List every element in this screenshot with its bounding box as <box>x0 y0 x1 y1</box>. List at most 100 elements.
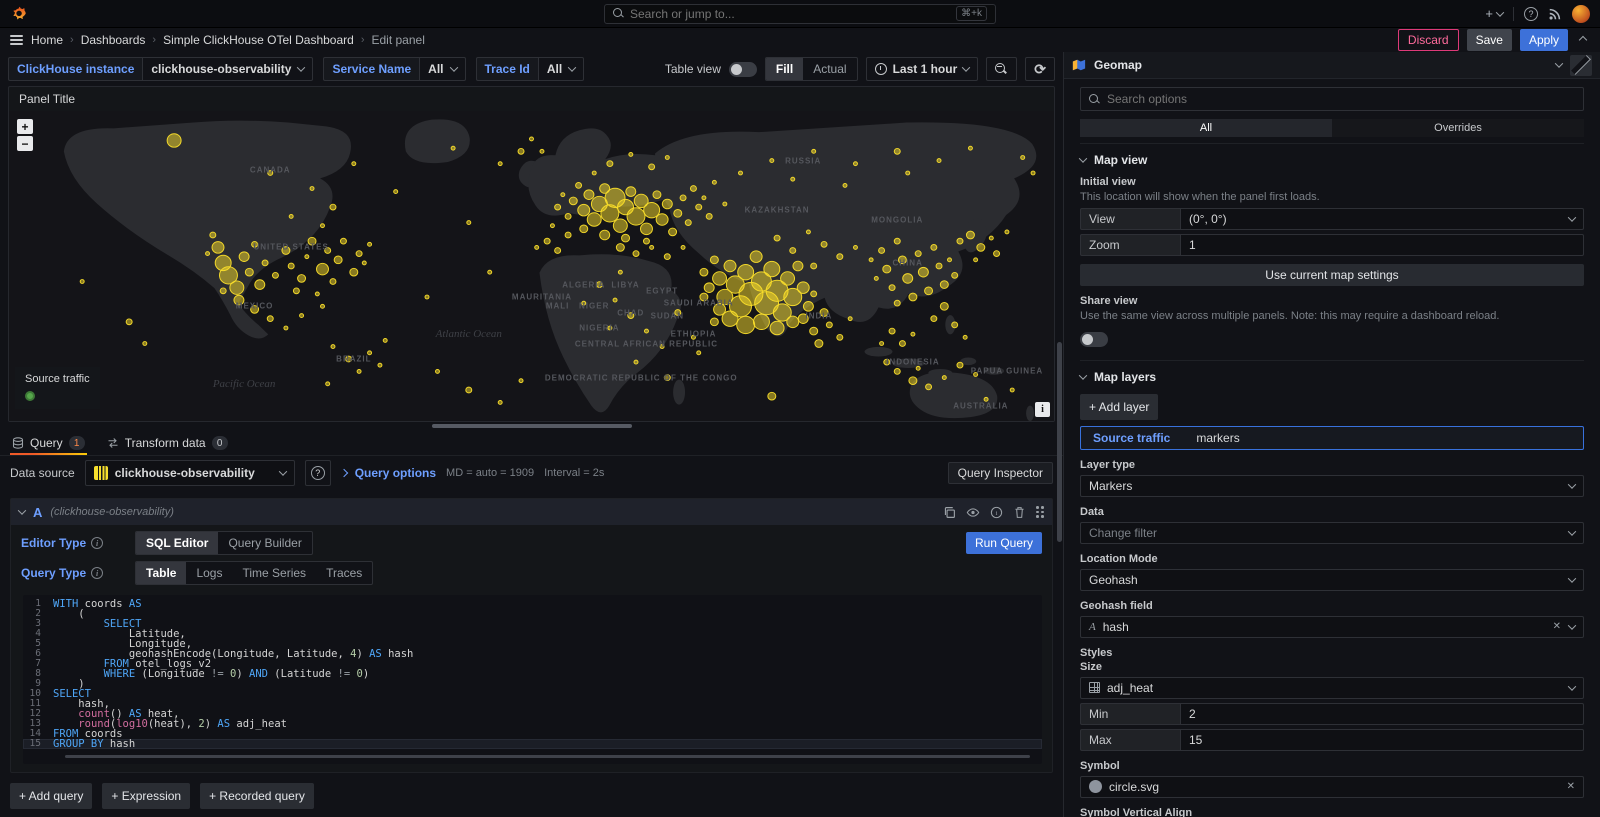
map-marker[interactable] <box>267 316 273 322</box>
editor-horizontal-scrollbar[interactable] <box>65 755 1030 758</box>
left-scrollbar-thumb[interactable] <box>1057 342 1062 542</box>
map-marker[interactable] <box>790 248 796 254</box>
map-marker[interactable] <box>368 242 372 246</box>
map-marker[interactable] <box>681 245 685 249</box>
map-marker[interactable] <box>685 220 691 226</box>
collapse-header-icon[interactable] <box>1579 36 1587 44</box>
map-marker[interactable] <box>519 379 523 383</box>
map-marker[interactable] <box>555 248 561 254</box>
options-search[interactable] <box>1080 87 1584 111</box>
symbol-select[interactable]: circle.svg ✕ <box>1080 776 1584 798</box>
map-marker[interactable] <box>889 328 895 334</box>
map-marker[interactable] <box>582 301 586 305</box>
map-marker[interactable] <box>334 256 342 264</box>
map-marker[interactable] <box>774 235 780 241</box>
map-marker[interactable] <box>613 219 627 232</box>
map-marker[interactable] <box>918 267 928 277</box>
clear-icon[interactable]: ✕ <box>1553 622 1561 632</box>
size-field-select[interactable]: adj_heat <box>1080 677 1584 699</box>
map-marker[interactable] <box>662 199 672 209</box>
code-line[interactable]: 14FROM coords <box>23 729 1042 739</box>
map-marker[interactable] <box>660 345 664 349</box>
map-marker[interactable] <box>613 298 617 302</box>
tab-overrides[interactable]: Overrides <box>1332 119 1584 137</box>
map-marker[interactable] <box>664 254 670 260</box>
map-marker[interactable] <box>906 171 910 175</box>
hamburger-menu-icon[interactable] <box>10 35 23 45</box>
query-type-logs[interactable]: Logs <box>186 562 232 584</box>
map-marker[interactable] <box>331 345 335 349</box>
global-search-input[interactable] <box>630 7 950 21</box>
map-marker[interactable] <box>587 213 601 226</box>
clear-icon[interactable]: ✕ <box>1567 782 1575 792</box>
map-marker[interactable] <box>245 268 253 276</box>
map-marker[interactable] <box>704 283 714 293</box>
query-help-icon[interactable]: i <box>990 506 1003 519</box>
layer-type-select[interactable]: Markers <box>1080 475 1584 497</box>
map-marker[interactable] <box>1021 156 1025 160</box>
map-marker[interactable] <box>696 204 702 210</box>
map-marker[interactable] <box>640 223 652 235</box>
map-marker[interactable] <box>540 149 544 153</box>
map-marker[interactable] <box>167 134 181 147</box>
news-rss-icon[interactable] <box>1548 7 1562 21</box>
map-marker[interactable] <box>330 279 336 285</box>
map-marker[interactable] <box>793 261 803 271</box>
map-marker[interactable] <box>691 335 695 339</box>
tab-transform-data[interactable]: Transform data 0 <box>105 436 230 455</box>
map-marker[interactable] <box>628 313 634 319</box>
map-marker[interactable] <box>315 292 319 296</box>
map-marker[interactable] <box>664 375 670 381</box>
map-marker[interactable] <box>989 236 993 240</box>
map-marker[interactable] <box>451 146 455 150</box>
map-marker[interactable] <box>894 369 900 375</box>
map-marker[interactable] <box>626 187 636 197</box>
map-marker[interactable] <box>629 152 633 156</box>
map-marker[interactable] <box>710 318 718 326</box>
map-marker[interactable] <box>362 261 366 265</box>
map-marker[interactable] <box>262 260 268 266</box>
use-current-map-settings-button[interactable]: Use current map settings <box>1080 264 1584 286</box>
map-marker[interactable] <box>853 245 857 249</box>
map-marker[interactable] <box>948 258 952 262</box>
map-marker[interactable] <box>592 171 596 175</box>
map-marker[interactable] <box>963 335 967 339</box>
query-inspector-button[interactable]: Query Inspector <box>948 462 1053 484</box>
query-duplicate-icon[interactable] <box>943 506 956 519</box>
map-marker[interactable] <box>268 171 273 176</box>
map-marker[interactable] <box>770 159 774 163</box>
map-marker[interactable] <box>837 334 843 340</box>
map-marker[interactable] <box>936 263 942 269</box>
map-marker[interactable] <box>821 241 827 247</box>
map-marker[interactable] <box>753 314 769 329</box>
map-zoom-out-button[interactable]: − <box>17 136 33 151</box>
map-marker[interactable] <box>310 187 314 191</box>
query-type-traces[interactable]: Traces <box>316 562 372 584</box>
global-search[interactable]: ⌘+k <box>604 4 996 24</box>
map-marker[interactable] <box>234 295 244 305</box>
map-marker[interactable] <box>530 137 534 141</box>
map-marker[interactable] <box>957 238 963 244</box>
panel-title[interactable]: Panel Title <box>9 87 1054 111</box>
map-layers-section-header[interactable]: Map layers <box>1080 370 1584 384</box>
map-marker[interactable] <box>869 258 873 262</box>
map-marker[interactable] <box>874 276 878 280</box>
datasource-help-button[interactable]: ? <box>305 460 331 486</box>
map-marker[interactable] <box>957 362 963 368</box>
map-zoom-in-button[interactable]: + <box>17 119 33 134</box>
map-marker[interactable] <box>607 161 613 167</box>
save-button[interactable]: Save <box>1467 29 1512 51</box>
variable-value-dropdown[interactable]: All <box>538 57 584 81</box>
map-marker[interactable] <box>435 369 439 373</box>
map-marker[interactable] <box>820 309 828 317</box>
layer-item-source-traffic[interactable]: Source traffic markers <box>1080 426 1584 450</box>
zoom-input[interactable] <box>1180 234 1584 256</box>
map-marker[interactable] <box>806 230 810 234</box>
map-marker[interactable] <box>368 351 372 355</box>
map-marker[interactable] <box>680 195 686 201</box>
map-marker[interactable] <box>675 310 681 316</box>
map-marker[interactable] <box>966 231 974 239</box>
add-recorded-query-button[interactable]: + Recorded query <box>200 783 314 809</box>
map-marker[interactable] <box>812 149 816 153</box>
map-marker[interactable] <box>383 338 387 342</box>
